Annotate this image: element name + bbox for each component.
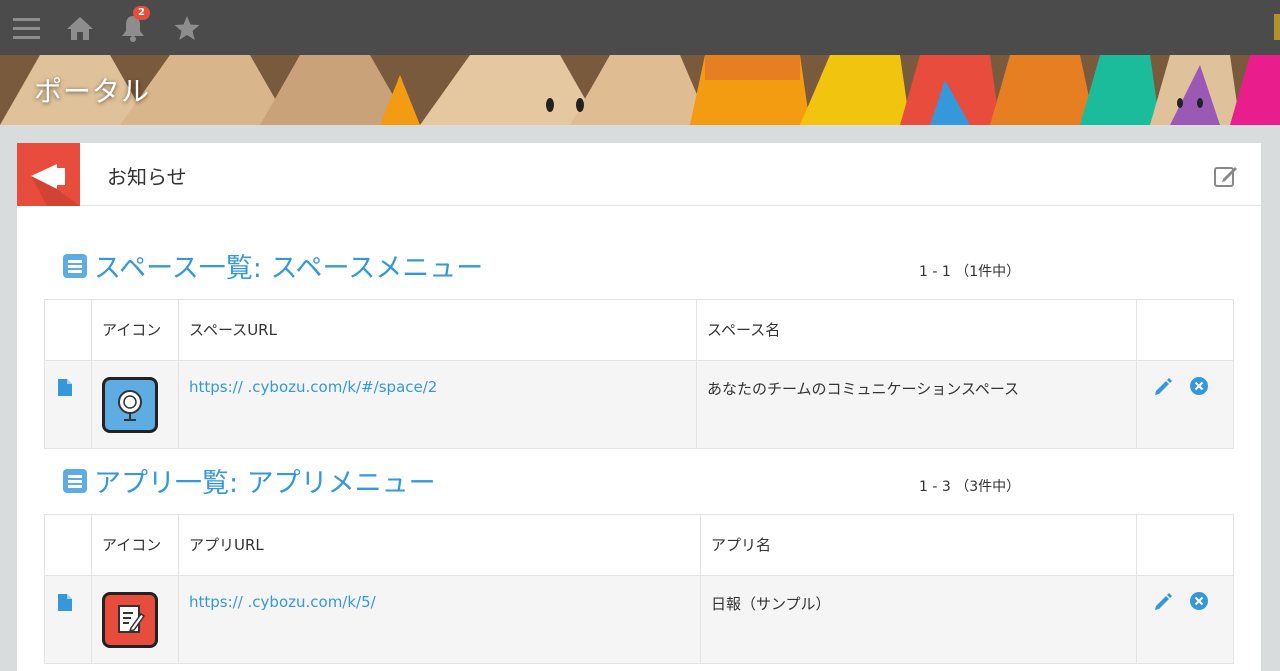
column-header-actions <box>1137 300 1233 360</box>
edge-marker <box>1274 14 1280 40</box>
column-header-name: スペース名 <box>697 300 1137 360</box>
space-name: あなたのチームのコミュニケーションスペース <box>697 361 1137 448</box>
table-header-row: アイコン アプリURL アプリ名 <box>45 515 1233 576</box>
app-section-title: アプリ一覧: アプリメニュー <box>62 461 436 500</box>
megaphone-icon <box>17 143 80 206</box>
list-icon <box>63 468 87 493</box>
row-doc-cell <box>45 576 92 663</box>
space-section-title-text: スペース一覧: スペースメニュー <box>94 253 484 284</box>
app-url-link[interactable]: https:// .cybozu.com/k/5/ <box>179 576 701 663</box>
globe-icon <box>102 377 158 433</box>
row-icon-cell <box>92 361 179 448</box>
space-count: 1 - 1 （1件中） <box>919 264 1021 280</box>
column-header-url: アプリURL <box>179 515 701 575</box>
column-header-blank <box>45 300 92 360</box>
document-icon[interactable] <box>58 594 72 611</box>
pencil-icon[interactable] <box>1153 591 1173 611</box>
space-table: アイコン スペースURL スペース名 https:// .cybozu.com/… <box>44 299 1234 449</box>
portal-banner: ポータル <box>0 55 1280 125</box>
column-header-icon: アイコン <box>92 515 179 575</box>
banner-title: ポータル <box>34 75 151 108</box>
table-header-row: アイコン スペースURL スペース名 <box>45 300 1233 361</box>
home-icon[interactable] <box>64 12 96 44</box>
column-header-name: アプリ名 <box>701 515 1137 575</box>
close-icon[interactable] <box>1189 376 1209 396</box>
app-section-title-text: アプリ一覧: アプリメニュー <box>94 468 436 499</box>
row-actions-cell <box>1137 576 1233 663</box>
list-icon <box>63 253 87 278</box>
row-actions-cell <box>1137 361 1233 448</box>
row-icon-cell <box>92 576 179 663</box>
column-header-icon: アイコン <box>92 300 179 360</box>
pencil-banner-image <box>0 55 1280 125</box>
app-name: 日報（サンプル） <box>701 576 1137 663</box>
table-row: https:// .cybozu.com/k/5/ 日報（サンプル） <box>45 576 1233 663</box>
column-header-actions <box>1137 515 1233 575</box>
star-icon[interactable] <box>171 12 203 44</box>
column-header-blank <box>45 515 92 575</box>
edit-icon[interactable] <box>1213 163 1239 189</box>
report-icon <box>102 592 158 648</box>
space-url-link[interactable]: https:// .cybozu.com/k/#/space/2 <box>179 361 697 448</box>
menu-icon[interactable] <box>10 12 42 44</box>
top-bar: 2 <box>0 0 1280 55</box>
close-icon[interactable] <box>1189 591 1209 611</box>
space-section-title: スペース一覧: スペースメニュー <box>62 246 483 285</box>
app-count: 1 - 3 （3件中） <box>919 479 1021 495</box>
row-doc-cell <box>45 361 92 448</box>
app-table: アイコン アプリURL アプリ名 https:// .cybozu.com/k/… <box>44 514 1234 664</box>
pencil-icon[interactable] <box>1153 376 1173 396</box>
column-header-url: スペースURL <box>179 300 697 360</box>
panel-header: お知らせ <box>17 143 1261 206</box>
panel-title: お知らせ <box>107 165 187 189</box>
notice-panel: お知らせ スペース一覧: スペースメニュー 1 - 1 （1件中） アイコン ス… <box>17 143 1261 671</box>
document-icon[interactable] <box>58 379 72 396</box>
notification-badge[interactable]: 2 <box>133 6 150 20</box>
table-row: https:// .cybozu.com/k/#/space/2 あなたのチーム… <box>45 361 1233 448</box>
